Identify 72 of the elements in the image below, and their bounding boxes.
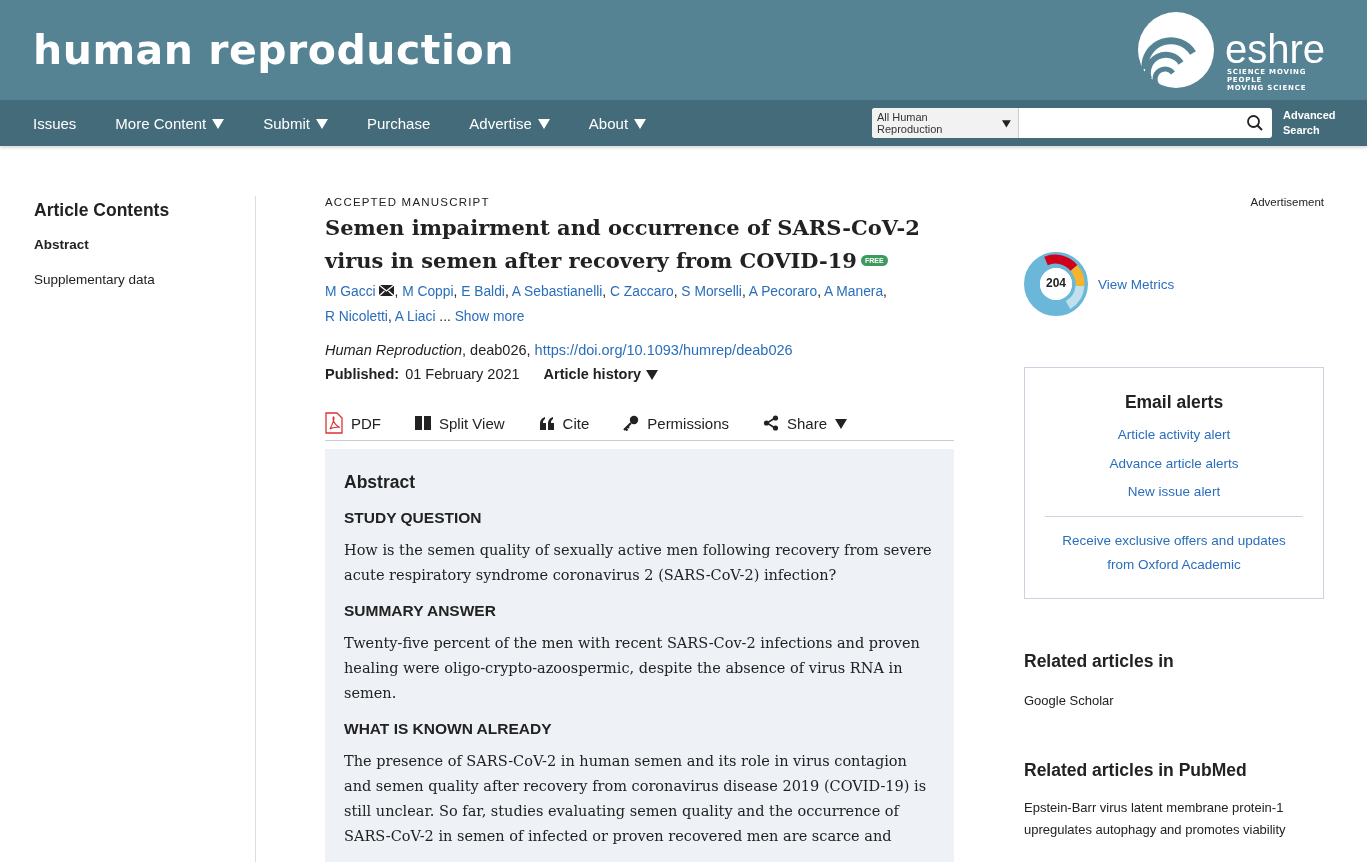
advanced-search-link[interactable]: Advanced Search <box>1283 108 1343 138</box>
key-icon <box>623 415 640 431</box>
search-scope-dropdown[interactable]: All Human Reproduction <box>872 108 1019 138</box>
advertisement-label: Advertisement <box>1249 196 1324 208</box>
view-metrics-link[interactable]: View Metrics <box>1098 276 1175 292</box>
article-status: ACCEPTED MANUSCRIPT <box>325 196 491 208</box>
show-more-link[interactable]: Show more <box>454 309 525 324</box>
related-heading: Related articles in <box>1024 650 1175 672</box>
toolbar-button[interactable]: Split View <box>415 412 505 434</box>
offers-link[interactable]: Receive exclusive offers and updates from Oxford Academic <box>1045 528 1303 577</box>
author-separator: , <box>741 284 746 299</box>
related-heading: Related articles in PubMed <box>1024 759 1248 781</box>
nav-menu-item[interactable]: About <box>588 114 647 132</box>
author-link[interactable]: R Nicoletti <box>325 309 388 324</box>
section-heading: STUDY QUESTION <box>344 509 483 527</box>
author-separator: , <box>387 309 392 324</box>
toolbar-button[interactable]: Permissions <box>623 412 729 434</box>
author-link[interactable]: M Gacci <box>325 284 376 299</box>
caret-icon <box>1002 117 1011 129</box>
section-paragraph: The presence of SARS-CoV-2 in human semen and its role in virus contagion and semen quality after recovery from coronavirus disease 2019 (COVID-19) is still unclear. So far, studies evaluating semen quality and the occurrence of SARS-CoV-2 in semen of infected or proven recovered men are scarce and <box>344 752 928 846</box>
search-field[interactable]: All Human Reproduction <box>872 108 1272 138</box>
related-item[interactable]: Epstein-Barr virus latent membrane protein-1 upregulates autophagy and promotes viability <box>1024 796 1324 841</box>
article-id: , deab026, <box>462 342 531 358</box>
abstract-heading: Abstract <box>344 472 416 493</box>
published-date: 01 February 2021 <box>405 366 520 382</box>
envelope-icon[interactable] <box>379 285 395 296</box>
nav-menu-item[interactable]: Purchase <box>366 114 431 132</box>
sidebar-item[interactable]: Abstract <box>34 237 255 252</box>
author-link[interactable]: M Coppi <box>402 284 454 299</box>
sidebar-item[interactable]: Supplementary data <box>34 272 255 287</box>
author-separator: , <box>817 284 821 299</box>
section-heading: SUMMARY ANSWER <box>344 602 497 620</box>
toolbar-button[interactable]: Cite <box>538 412 590 434</box>
author-link[interactable]: A Liaci <box>394 309 436 324</box>
journal-name: Human Reproduction <box>325 342 463 358</box>
nav-menu-item[interactable]: Advertise <box>469 114 550 132</box>
nav-menu-item[interactable]: Submit <box>263 114 328 132</box>
section-heading: WHAT IS KNOWN ALREADY <box>344 720 553 738</box>
section-paragraph: How is the semen quality of sexually active men following recovery from severe acute respiratory syndrome coronavirus 2 (SARS-CoV-2) infection? <box>344 541 933 585</box>
altmetric-score: 204 <box>1045 276 1067 290</box>
author-separator: , <box>394 284 399 299</box>
journal-title[interactable]: human reproduction <box>33 26 514 74</box>
author-separator: , <box>504 284 509 299</box>
quote-icon <box>538 416 555 430</box>
author-separator: , <box>673 284 678 299</box>
related-item[interactable]: Google Scholar <box>1024 689 1324 712</box>
alert-link[interactable]: New issue alert <box>1045 478 1303 507</box>
search-icon[interactable] <box>1246 114 1264 132</box>
sidebar-heading: Article Contents <box>34 200 171 221</box>
section-paragraph: Twenty-five percent of the men with recent SARS-Cov-2 infections and proven healing were oligo-crypto-azoospermic, despite the absence of virus RNA in semen. <box>344 634 921 703</box>
doi-link[interactable]: https://doi.org/10.1093/humrep/deab026 <box>534 342 793 358</box>
pdf-file-icon <box>325 412 343 434</box>
nav-menu-item[interactable]: More Content <box>115 114 225 132</box>
article-history-toggle[interactable]: Article history <box>543 366 659 382</box>
toolbar-button[interactable]: Share <box>762 412 847 434</box>
alert-link[interactable]: Article activity alert <box>1045 421 1303 450</box>
toolbar-button[interactable]: PDF <box>325 412 381 434</box>
author-separator: , <box>883 284 887 299</box>
author-link[interactable]: E Baldi <box>461 284 505 299</box>
author-separator: , <box>602 284 607 299</box>
nav-menu-item[interactable]: Issues <box>33 114 77 132</box>
alert-link[interactable]: Advance article alerts <box>1045 449 1303 478</box>
split-view-icon <box>415 416 431 430</box>
logo-wordmark: eshre <box>1224 30 1325 68</box>
author-ellipsis: ... <box>439 309 451 324</box>
altmetric-donut[interactable]: 204 <box>1024 252 1088 316</box>
published-label: Published: <box>325 366 400 382</box>
email-alerts-heading: Email alerts <box>1123 392 1225 413</box>
author-link[interactable]: S Morselli <box>681 284 742 299</box>
author-link[interactable]: C Zaccaro <box>610 284 674 299</box>
author-separator: , <box>453 284 458 299</box>
share-icon <box>762 415 779 431</box>
